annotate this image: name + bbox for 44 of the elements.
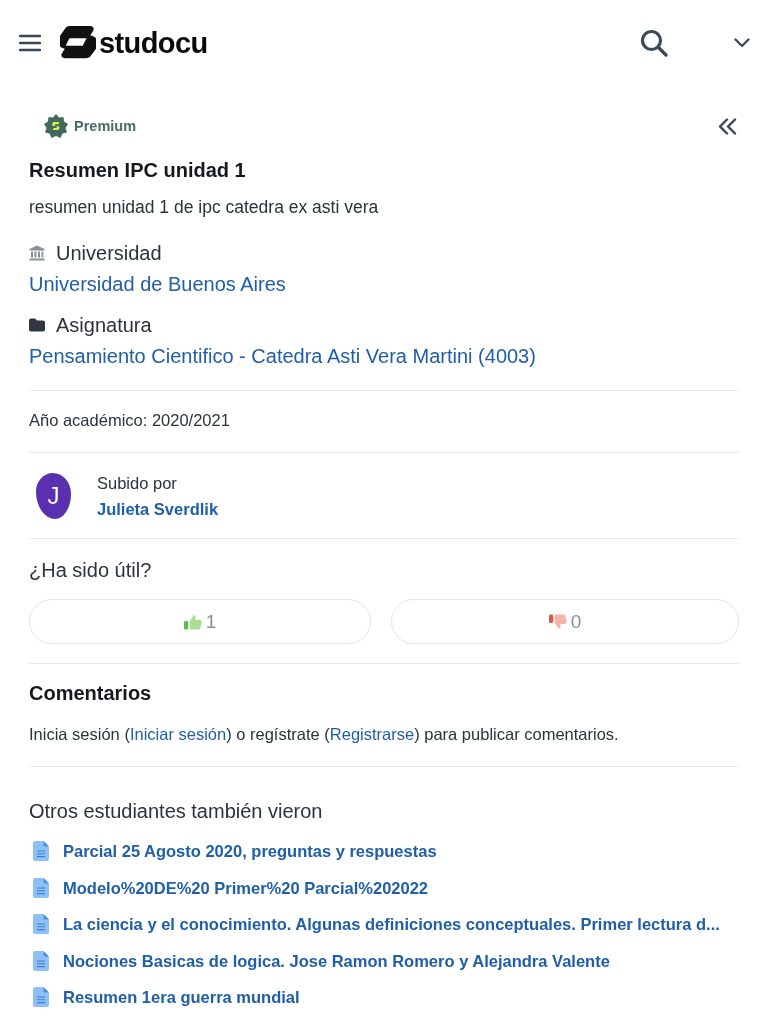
downvote-button[interactable]: 0 xyxy=(391,599,739,644)
related-document-link[interactable]: Parcial 25 Agosto 2020, preguntas y respuestas xyxy=(63,841,437,861)
menu-icon xyxy=(19,34,41,52)
related-document-link[interactable]: La ciencia y el conocimiento. Algunas definiciones conceptuales. Primer lectura d... xyxy=(63,914,720,934)
upvote-button[interactable]: 1 xyxy=(29,599,371,644)
search-icon xyxy=(640,29,668,57)
register-link[interactable]: Registrarse xyxy=(329,725,415,743)
login-prompt: Inicia sesión (Iniciar sesión) o regístrate (Registrarse) para publicar comentarios. xyxy=(29,724,620,744)
premium-label: Premium xyxy=(74,118,137,134)
building-icon xyxy=(29,245,45,261)
uploaded-by-label: Subido por xyxy=(97,473,178,493)
double-chevron-left-icon xyxy=(718,117,737,135)
comments-heading: Comentarios xyxy=(29,681,153,705)
academic-year: Año académico: 2020/2021 xyxy=(29,410,231,430)
university-link[interactable]: Universidad de Buenos Aires xyxy=(29,272,286,296)
document-icon xyxy=(33,950,49,971)
dropdown-button[interactable] xyxy=(734,38,750,48)
document-title: Resumen IPC unidad 1 xyxy=(29,158,247,182)
document-icon xyxy=(33,914,49,934)
avatar: J xyxy=(36,473,71,519)
thumbs-down-icon xyxy=(548,613,567,630)
helpful-question: ¿Ha sido útil? xyxy=(29,558,153,582)
subject-label: Asignatura xyxy=(56,313,152,337)
logo-mark-icon xyxy=(60,25,96,61)
login-link[interactable]: Iniciar sesión xyxy=(129,725,227,743)
collapse-button[interactable] xyxy=(718,117,737,135)
document-icon xyxy=(33,987,49,1007)
search-button[interactable] xyxy=(640,29,668,57)
folder-icon xyxy=(29,318,45,332)
related-heading: Otros estudiantes también vieron xyxy=(29,799,324,823)
studocu-logo[interactable]: studocu xyxy=(60,25,208,61)
menu-button[interactable] xyxy=(19,34,41,52)
uploader-link[interactable]: Julieta Sverdlik xyxy=(97,499,219,519)
thumbs-up-icon xyxy=(183,613,202,630)
document-icon xyxy=(33,877,49,898)
chevron-down-icon xyxy=(734,38,750,48)
related-document-link[interactable]: Resumen 1era guerra mundial xyxy=(63,987,300,1007)
related-document-link[interactable]: Nociones Basicas de logica. Jose Ramon Romero y Alejandra Valente xyxy=(63,950,610,971)
university-label: Universidad xyxy=(56,241,162,265)
premium-seal-icon xyxy=(44,114,68,138)
subject-link[interactable]: Pensamiento Cientifico - Catedra Asti Vera Martini (4003) xyxy=(29,344,536,368)
related-document-link[interactable]: Modelo%20DE%20 Primer%20 Parcial%202022 xyxy=(63,877,429,898)
document-description: resumen unidad 1 de ipc catedra ex asti vera xyxy=(29,197,380,217)
document-icon xyxy=(33,841,49,861)
